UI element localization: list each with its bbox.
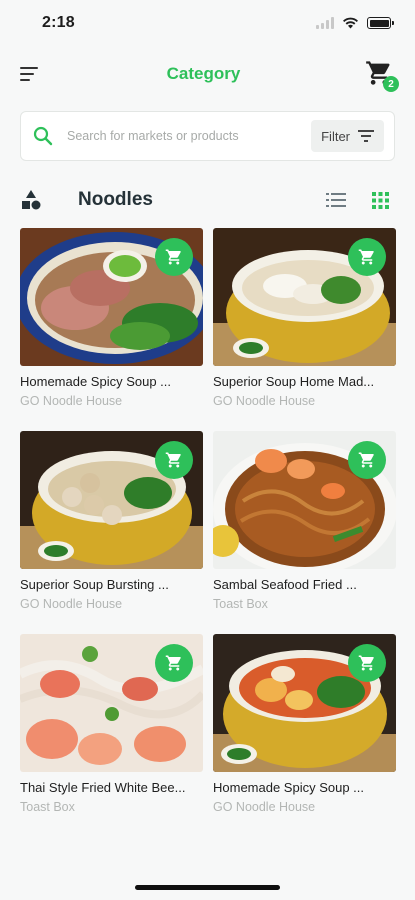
section-title: Noodles: [78, 189, 153, 210]
product-title: Homemade Spicy Soup ...: [20, 374, 172, 389]
product-card[interactable]: Thai Style Fried White Bee... Toast Box: [20, 634, 203, 815]
product-title: Superior Soup Bursting ...: [20, 577, 169, 592]
wifi-icon: [343, 17, 358, 29]
search-bar: Filter: [20, 111, 395, 161]
product-card[interactable]: Homemade Spicy Soup ... GO Noodle House: [20, 228, 203, 409]
product-title: Superior Soup Home Mad...: [213, 374, 375, 389]
status-icons: [316, 17, 394, 29]
app-header: Category 2: [0, 52, 415, 96]
product-shop: GO Noodle House: [20, 394, 123, 408]
product-image[interactable]: [20, 431, 203, 569]
cart-button[interactable]: 2: [365, 59, 399, 92]
cart-count-badge: 2: [383, 76, 399, 92]
add-to-cart-button[interactable]: [155, 644, 193, 682]
product-card[interactable]: Superior Soup Home Mad... GO Noodle Hous…: [213, 228, 396, 409]
product-title: Homemade Spicy Soup ...: [213, 780, 365, 795]
add-to-cart-button[interactable]: [348, 644, 386, 682]
add-to-cart-icon: [358, 655, 374, 671]
product-shop: GO Noodle House: [213, 800, 316, 814]
home-indicator[interactable]: [135, 885, 280, 890]
add-to-cart-icon: [358, 249, 374, 265]
add-to-cart-button[interactable]: [155, 238, 193, 276]
product-title: Sambal Seafood Fried ...: [213, 577, 357, 592]
product-card[interactable]: Homemade Spicy Soup ... GO Noodle House: [213, 634, 396, 815]
add-to-cart-icon: [165, 452, 181, 468]
add-to-cart-icon: [165, 249, 181, 265]
add-to-cart-button[interactable]: [155, 441, 193, 479]
product-image[interactable]: [213, 228, 396, 366]
list-view-icon[interactable]: [326, 193, 346, 207]
add-to-cart-icon: [165, 655, 181, 671]
product-card[interactable]: Superior Soup Bursting ... GO Noodle Hou…: [20, 431, 203, 612]
search-input[interactable]: [67, 129, 312, 143]
product-shop: GO Noodle House: [213, 394, 316, 408]
section-header: Noodles: [20, 182, 395, 218]
search-icon: [33, 126, 53, 146]
status-bar: 2:18: [0, 0, 415, 46]
add-to-cart-button[interactable]: [348, 441, 386, 479]
product-title: Thai Style Fried White Bee...: [20, 780, 186, 795]
page-title: Category: [166, 64, 241, 83]
filter-icon: [358, 130, 374, 142]
filter-button[interactable]: Filter: [311, 120, 384, 152]
product-image[interactable]: [20, 634, 203, 772]
product-image[interactable]: [20, 228, 203, 366]
product-shop: Toast Box: [20, 800, 75, 814]
product-shop: Toast Box: [213, 597, 268, 611]
product-shop: GO Noodle House: [20, 597, 123, 611]
add-to-cart-button[interactable]: [348, 238, 386, 276]
battery-icon: [367, 17, 394, 29]
product-image[interactable]: [213, 634, 396, 772]
grid-view-icon[interactable]: [372, 191, 389, 209]
filter-label: Filter: [321, 128, 350, 144]
view-toggle: [326, 191, 389, 209]
shapes-icon: [22, 190, 41, 210]
product-card[interactable]: Sambal Seafood Fried ... Toast Box: [213, 431, 396, 612]
status-time: 2:18: [42, 14, 75, 31]
add-to-cart-icon: [358, 452, 374, 468]
sort-menu-icon[interactable]: [20, 63, 42, 85]
product-grid: Homemade Spicy Soup ... GO Noodle House …: [20, 228, 396, 815]
product-image[interactable]: [213, 431, 396, 569]
signal-icon: [316, 17, 334, 29]
